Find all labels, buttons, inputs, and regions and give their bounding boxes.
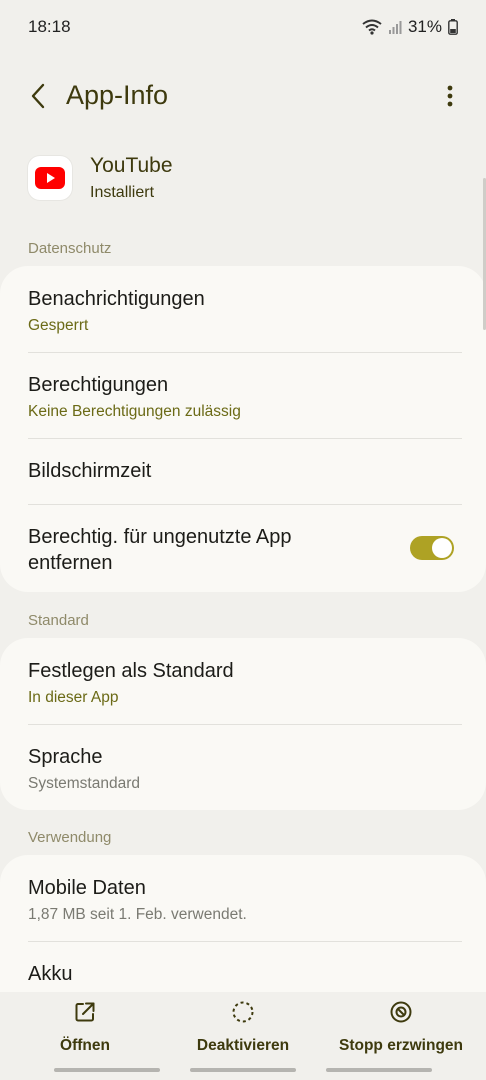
toggle-knob [432,538,452,558]
language-item[interactable]: Sprache Systemstandard [28,744,462,794]
battery-icon [448,19,458,35]
screen-time-title: Bildschirmzeit [28,460,152,482]
divider [28,504,462,505]
screen-time-item[interactable]: Bildschirmzeit [28,458,462,484]
app-name: YouTube [90,154,173,177]
status-icons: 31% [362,17,458,37]
page-title: App-Info [66,80,169,110]
bottom-action-bar: Öffnen Deaktivieren Stopp erzwingen [0,992,486,1080]
notifications-item[interactable]: Benachrichtigungen Gesperrt [28,286,462,336]
remove-permissions-title-line2: entfernen [28,552,113,574]
nav-handle [54,1068,160,1072]
more-options-button[interactable] [440,82,460,114]
disable-button[interactable]: Deaktivieren [192,1000,294,1060]
open-external-icon [73,1000,97,1029]
standard-card: Festlegen als Standard In dieser App Spr… [0,638,486,810]
disable-icon [231,1000,255,1029]
battery-title: Akku [28,963,73,985]
divider [28,352,462,353]
wifi-icon [362,19,382,35]
open-label: Öffnen [60,1037,110,1054]
force-stop-button[interactable]: Stopp erzwingen [338,1000,464,1060]
section-label-usage: Verwendung [28,829,112,846]
disable-label: Deaktivieren [196,1037,290,1054]
open-button[interactable]: Öffnen [48,1000,122,1060]
app-bar: App-Info [0,70,486,126]
divider [28,941,462,942]
divider [28,724,462,725]
battery-percent: 31% [407,17,442,36]
permissions-title: Berechtigungen [28,374,169,396]
language-sub: Systemstandard [28,775,140,792]
section-label-standard: Standard [28,612,89,629]
battery-item[interactable]: Akku [28,961,462,987]
privacy-card: Benachrichtigungen Gesperrt Berechtigung… [0,266,486,592]
permissions-sub: Keine Berechtigungen zulässig [28,403,241,420]
permissions-item[interactable]: Berechtigungen Keine Berechtigungen zulä… [28,372,462,422]
notifications-title: Benachrichtigungen [28,288,205,310]
more-vertical-icon [447,85,453,112]
set-default-sub: In dieser App [28,689,119,706]
remove-permissions-title-line1: Berechtig. für ungenutzte App [28,526,292,548]
status-bar: 18:18 31% [0,0,486,54]
remove-permissions-item[interactable]: Berechtig. für ungenutzte App entfernen [28,524,398,576]
section-label-privacy: Datenschutz [28,240,112,257]
divider [28,438,462,439]
youtube-icon [28,156,72,200]
force-stop-label: Stopp erzwingen [339,1037,463,1054]
mobile-data-sub: 1,87 MB seit 1. Feb. verwendet. [28,906,247,923]
notifications-sub: Gesperrt [28,317,89,334]
app-install-status: Installiert [90,184,155,201]
chevron-left-icon [30,83,46,114]
app-summary: YouTube Installiert [28,154,448,210]
mobile-data-title: Mobile Daten [28,877,146,899]
status-time: 18:18 [28,17,71,36]
nav-handle [190,1068,296,1072]
set-default-title: Festlegen als Standard [28,660,234,682]
set-default-item[interactable]: Festlegen als Standard In dieser App [28,658,462,708]
back-button[interactable] [22,82,54,114]
force-stop-icon [389,1000,413,1029]
mobile-data-item[interactable]: Mobile Daten 1,87 MB seit 1. Feb. verwen… [28,875,462,925]
nav-handle [326,1068,432,1072]
language-title: Sprache [28,746,103,768]
remove-permissions-toggle[interactable] [410,536,454,560]
signal-icon [388,20,402,34]
